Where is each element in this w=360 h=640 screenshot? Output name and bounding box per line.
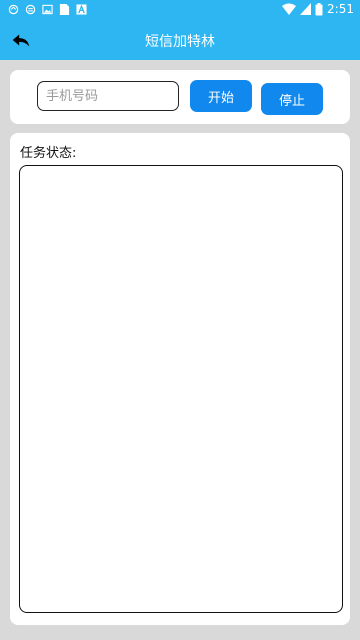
signal-icon (300, 3, 312, 15)
task-status-log[interactable] (19, 165, 343, 613)
status-bar: 2:51 (0, 0, 360, 20)
app-bar: 短信加特林 (0, 20, 360, 60)
status-card: 任务状态: (10, 133, 350, 625)
page-title: 短信加特林 (145, 34, 215, 50)
image-icon (42, 4, 53, 15)
wifi-icon (282, 3, 297, 15)
start-button[interactable]: 开始 (190, 80, 252, 112)
task-status-label: 任务状态: (20, 146, 77, 161)
battery-icon (315, 2, 323, 15)
sim-icon (59, 4, 70, 15)
font-icon (76, 4, 87, 15)
stop-button[interactable]: 停止 (261, 83, 323, 115)
notification-icon-1 (8, 4, 19, 15)
notification-icon-2 (25, 4, 36, 15)
clock-time: 2:51 (327, 2, 354, 16)
control-card: 开始 停止 (10, 70, 350, 124)
phone-number-input[interactable] (37, 81, 179, 111)
